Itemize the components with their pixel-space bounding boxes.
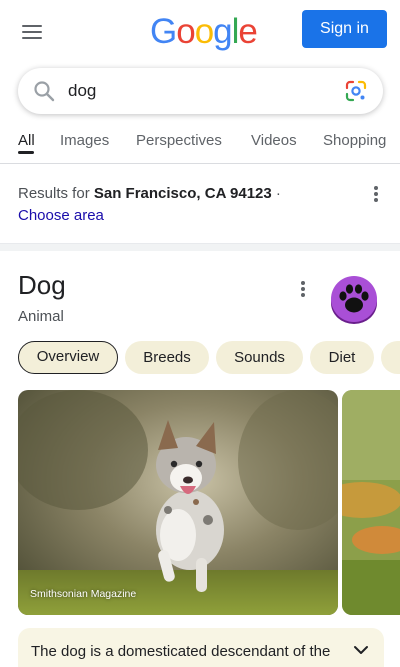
choose-area-link[interactable]: Choose area <box>18 207 104 224</box>
dog-image-secondary[interactable] <box>342 390 400 615</box>
description-card[interactable]: The dog is a domesticated descendant of … <box>18 628 384 667</box>
more-options-icon[interactable] <box>368 183 384 203</box>
image-credit: Smithsonian Magazine <box>30 588 137 600</box>
section-divider <box>0 243 400 251</box>
dog-image[interactable]: Smithsonian Magazine <box>18 390 338 615</box>
active-tab-indicator <box>18 151 34 154</box>
logo-letter: o <box>194 12 214 51</box>
sign-in-button[interactable]: Sign in <box>302 10 387 48</box>
hamburger-menu-icon[interactable] <box>18 20 46 44</box>
description-text: The dog is a domesticated descendant of … <box>31 643 331 667</box>
logo-letter: G <box>150 12 177 51</box>
google-logo[interactable]: Google <box>150 12 258 52</box>
chip-breeds[interactable]: Breeds <box>125 341 209 374</box>
paw-print-icon[interactable] <box>330 275 378 325</box>
tab-perspectives[interactable]: Perspectives <box>136 132 222 149</box>
location-name: San Francisco, CA 94123 <box>93 185 272 202</box>
logo-letter: o <box>176 12 195 51</box>
knowledge-panel-more-options-icon[interactable] <box>295 278 311 298</box>
tab-images[interactable]: Images <box>60 132 109 149</box>
topic-chips: Overview Breeds Sounds Diet <box>18 341 400 375</box>
knowledge-panel-subtitle: Animal <box>18 308 64 325</box>
search-bar[interactable] <box>18 68 383 114</box>
logo-letter: g <box>213 12 232 51</box>
chevron-down-icon[interactable] <box>351 640 371 660</box>
location-section: Results for San Francisco, CA 94123 · Ch… <box>0 165 400 243</box>
chip-partial[interactable] <box>381 341 400 374</box>
knowledge-panel-title: Dog <box>18 270 66 300</box>
search-icon[interactable] <box>32 79 56 103</box>
google-lens-icon[interactable] <box>344 79 368 103</box>
chip-overview[interactable]: Overview <box>18 341 118 374</box>
tab-all[interactable]: All <box>18 132 35 149</box>
chip-diet[interactable]: Diet <box>310 341 374 374</box>
results-prefix: Results for <box>18 185 94 202</box>
header: Google Sign in <box>0 0 400 64</box>
search-input[interactable] <box>68 78 338 104</box>
tab-shopping[interactable]: Shopping <box>323 132 386 149</box>
logo-letter: e <box>238 12 257 51</box>
tab-videos[interactable]: Videos <box>251 132 297 149</box>
results-location-line: Results for San Francisco, CA 94123 · <box>18 185 281 202</box>
search-tabs: All Images Perspectives Videos Shopping <box>0 124 400 164</box>
chip-sounds[interactable]: Sounds <box>216 341 303 374</box>
results-suffix: · <box>271 185 281 202</box>
